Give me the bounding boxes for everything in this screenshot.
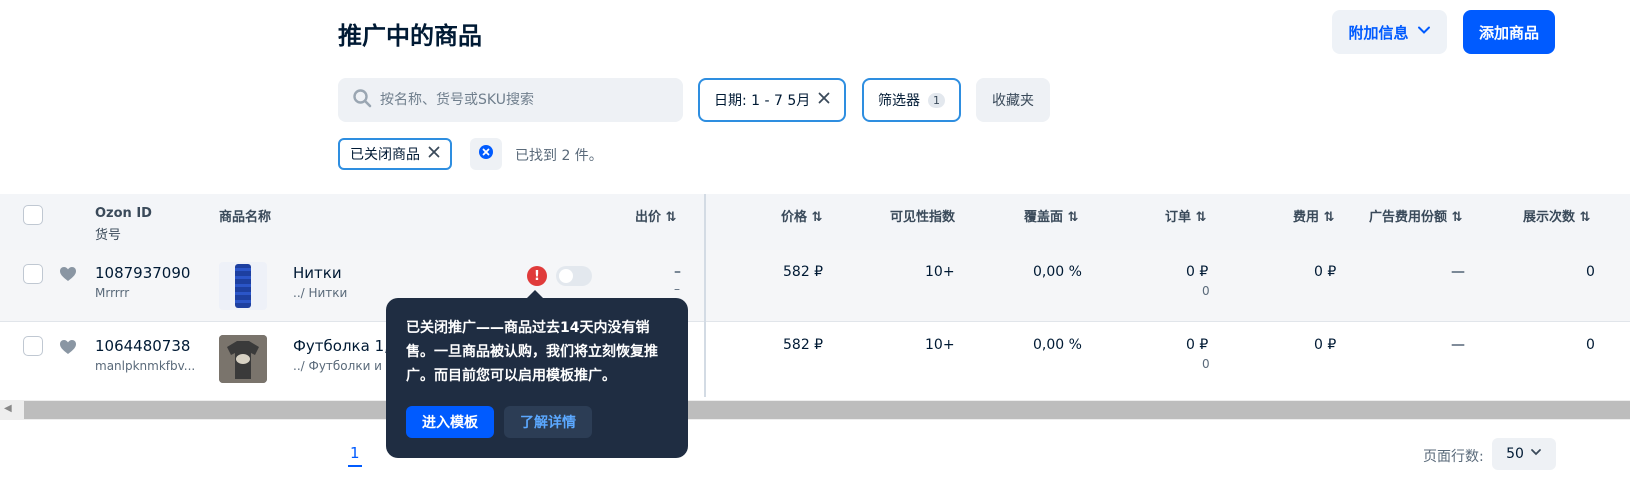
row-ad-share: — — [1451, 337, 1465, 353]
row-cost: 0 ₽ — [1314, 264, 1337, 280]
header-cost[interactable]: 费用 ⇅ — [1293, 206, 1334, 225]
scrollbar-thumb[interactable] — [24, 401, 1630, 419]
header-bid[interactable]: 出价 ⇅ — [635, 206, 676, 225]
row-ad-share: — — [1451, 264, 1465, 280]
row-orders-sub: 0 — [1202, 284, 1210, 298]
row-cost: 0 ₽ — [1314, 337, 1337, 353]
row-price: 582 ₽ — [783, 264, 824, 280]
row-checkbox[interactable] — [23, 264, 43, 284]
page-number-current[interactable]: 1 — [348, 444, 362, 467]
results-count: 已找到 2 件。 — [515, 148, 603, 164]
product-thumbnail[interactable] — [219, 262, 267, 310]
row-coverage: 0,00 % — [1033, 337, 1082, 353]
learn-more-button[interactable]: 了解详情 — [504, 406, 592, 438]
go-to-template-button[interactable]: 进入模板 — [406, 406, 494, 438]
rows-per-page-value: 50 — [1506, 446, 1524, 462]
close-icon[interactable] — [818, 92, 830, 108]
column-divider — [704, 194, 706, 397]
chevron-down-icon — [1530, 446, 1542, 462]
rows-per-page-label: 页面行数: — [1423, 449, 1484, 465]
clear-circle-icon — [478, 144, 494, 164]
tooltip-text: 已关闭推广——商品过去14天内没有销售。一旦商品被认购，我们将立刻恢复推广。而目… — [406, 320, 658, 384]
extra-info-button[interactable]: 附加信息 — [1332, 10, 1447, 54]
row-bid: – — [674, 264, 681, 280]
row-category: ../ Футболки и — [293, 359, 382, 373]
row-ozon-id[interactable]: 1064480738 — [95, 337, 190, 355]
select-all-checkbox[interactable] — [23, 205, 43, 225]
row-category: ../ Нитки — [293, 286, 348, 300]
heart-icon[interactable] — [59, 266, 77, 286]
product-thumbnail[interactable] — [219, 335, 267, 383]
search-box — [338, 78, 683, 122]
header-ad-share[interactable]: 广告费用份额 ⇅ — [1369, 206, 1462, 225]
row-product-name[interactable]: Нитки — [293, 264, 342, 282]
closed-promotion-tooltip: 已关闭推广——商品过去14天内没有销售。一旦商品被认购，我们将立刻恢复推广。而目… — [386, 290, 688, 458]
date-filter-chip[interactable]: 日期: 1 - 7 5月 — [698, 78, 847, 122]
row-orders-sub: 0 — [1202, 357, 1210, 371]
row-impressions: 0 — [1586, 264, 1595, 280]
header-impressions[interactable]: 展示次数 ⇅ — [1523, 206, 1590, 225]
chevron-down-icon — [1417, 23, 1431, 41]
row-price: 582 ₽ — [783, 337, 824, 353]
header-name: 商品名称 — [219, 210, 272, 225]
row-visibility: 10+ — [925, 337, 955, 353]
warning-icon[interactable]: ! — [527, 266, 547, 286]
filter-count-badge: 1 — [928, 92, 945, 108]
clear-filters-button[interactable] — [470, 138, 502, 170]
close-icon[interactable] — [428, 146, 440, 162]
add-product-button[interactable]: 添加商品 — [1463, 10, 1555, 54]
row-product-name[interactable]: Футболка 1, — [293, 337, 389, 355]
heart-icon[interactable] — [59, 339, 77, 359]
extra-info-label: 附加信息 — [1348, 23, 1409, 42]
header-price[interactable]: 价格 ⇅ — [781, 206, 822, 225]
favorites-button[interactable]: 收藏夹 — [976, 78, 1050, 122]
active-filter-tag[interactable]: 已关闭商品 — [338, 138, 452, 170]
scroll-left-arrow-icon[interactable]: ◀ — [4, 403, 12, 414]
active-filter-label: 已关闭商品 — [350, 147, 420, 163]
row-visibility: 10+ — [925, 264, 955, 280]
row-sku: Mrrrrr — [95, 286, 130, 300]
row-orders: 0 ₽ — [1186, 264, 1209, 280]
row-sku: manlpknmkfbv... — [95, 359, 196, 373]
promotion-toggle[interactable] — [556, 266, 592, 286]
row-impressions: 0 — [1586, 337, 1595, 353]
row-checkbox[interactable] — [23, 336, 43, 356]
row-coverage: 0,00 % — [1033, 264, 1082, 280]
header-coverage[interactable]: 覆盖面 ⇅ — [1024, 206, 1078, 225]
rows-per-page-select[interactable]: 50 — [1492, 438, 1556, 470]
header-sku: 货号 — [95, 228, 122, 243]
search-input[interactable] — [380, 92, 670, 108]
page-title: 推广中的商品 — [338, 22, 482, 50]
row-orders: 0 ₽ — [1186, 337, 1209, 353]
row-bid-sub: – — [674, 282, 680, 296]
date-filter-label: 日期: 1 - 7 5月 — [714, 93, 811, 109]
header-ozon-id[interactable]: Ozon ID — [95, 206, 152, 221]
header-orders[interactable]: 订单 ⇅ — [1165, 206, 1206, 225]
filters-label: 筛选器 — [878, 93, 920, 109]
search-icon — [352, 88, 372, 112]
header-visibility: 可见性指数 — [890, 210, 956, 225]
filters-button[interactable]: 筛选器 1 — [862, 78, 961, 122]
row-ozon-id[interactable]: 1087937090 — [95, 264, 190, 282]
